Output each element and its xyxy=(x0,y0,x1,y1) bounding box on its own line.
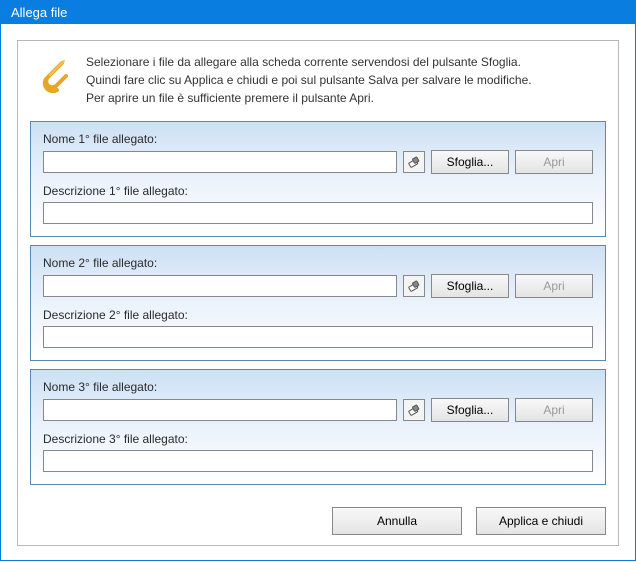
eraser-icon xyxy=(407,403,421,417)
file-block-3: Nome 3° file allegato: Sfoglia... Apri D… xyxy=(30,369,606,485)
file-name-label: Nome 1° file allegato: xyxy=(43,132,593,146)
eraser-icon xyxy=(407,279,421,293)
intro-line-3: Per aprire un file è sufficiente premere… xyxy=(86,89,532,107)
browse-button[interactable]: Sfoglia... xyxy=(431,398,509,422)
content-area: Selezionare i file da allegare alla sche… xyxy=(1,24,635,562)
file-name-input[interactable] xyxy=(43,151,397,173)
intro-text: Selezionare i file da allegare alla sche… xyxy=(86,53,532,107)
file-name-label: Nome 2° file allegato: xyxy=(43,256,593,270)
dialog-window: Allega file Selezionare i file da allega… xyxy=(0,0,636,561)
open-button[interactable]: Apri xyxy=(515,398,593,422)
file-name-row: Sfoglia... Apri xyxy=(43,274,593,298)
file-desc-input[interactable] xyxy=(43,326,593,348)
browse-button[interactable]: Sfoglia... xyxy=(431,274,509,298)
file-name-input[interactable] xyxy=(43,275,397,297)
window-title: Allega file xyxy=(11,5,67,20)
intro-section: Selezionare i file da allegare alla sche… xyxy=(30,53,606,107)
browse-button[interactable]: Sfoglia... xyxy=(431,150,509,174)
open-button[interactable]: Apri xyxy=(515,274,593,298)
file-name-label: Nome 3° file allegato: xyxy=(43,380,593,394)
dialog-footer: Annulla Applica e chiudi xyxy=(30,493,606,535)
clear-button[interactable] xyxy=(403,151,425,173)
file-block-2: Nome 2° file allegato: Sfoglia... Apri D… xyxy=(30,245,606,361)
main-panel: Selezionare i file da allegare alla sche… xyxy=(17,40,619,546)
apply-close-button[interactable]: Applica e chiudi xyxy=(476,507,606,535)
file-desc-input[interactable] xyxy=(43,202,593,224)
file-desc-label: Descrizione 3° file allegato: xyxy=(43,432,593,446)
file-desc-label: Descrizione 2° file allegato: xyxy=(43,308,593,322)
cancel-button[interactable]: Annulla xyxy=(332,507,462,535)
file-desc-input[interactable] xyxy=(43,450,593,472)
file-name-row: Sfoglia... Apri xyxy=(43,398,593,422)
file-name-row: Sfoglia... Apri xyxy=(43,150,593,174)
intro-line-1: Selezionare i file da allegare alla sche… xyxy=(86,53,532,71)
titlebar: Allega file xyxy=(1,1,635,24)
file-desc-label: Descrizione 1° file allegato: xyxy=(43,184,593,198)
paperclip-icon xyxy=(34,53,74,107)
intro-line-2: Quindi fare clic su Applica e chiudi e p… xyxy=(86,71,532,89)
file-name-input[interactable] xyxy=(43,399,397,421)
eraser-icon xyxy=(407,155,421,169)
clear-button[interactable] xyxy=(403,399,425,421)
open-button[interactable]: Apri xyxy=(515,150,593,174)
clear-button[interactable] xyxy=(403,275,425,297)
file-block-1: Nome 1° file allegato: Sfoglia... Apri D… xyxy=(30,121,606,237)
